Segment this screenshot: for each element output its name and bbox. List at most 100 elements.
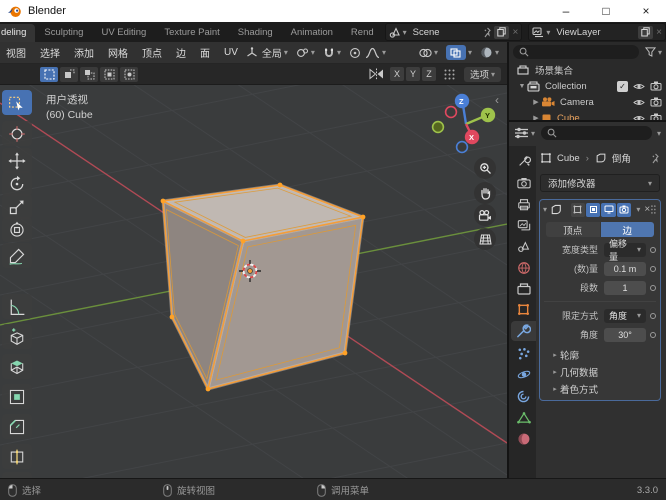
tab-view-layer[interactable] [511,215,536,235]
tool-scale[interactable] [2,194,32,219]
eye-icon[interactable] [633,82,645,91]
angle-field[interactable]: 30° [604,327,646,342]
tab-tool[interactable] [511,151,536,171]
gizmo-y-label[interactable]: Y [485,111,490,120]
tool-annotate[interactable] [2,243,32,268]
perspective-toggle-button[interactable] [474,228,496,250]
tab-modifiers[interactable] [511,321,536,341]
unlink-scene-button[interactable]: × [512,27,518,38]
options-dropdown[interactable]: 选项 ▾ [463,66,501,82]
tab-render[interactable] [511,173,536,193]
tab-material[interactable] [511,429,536,449]
tab-physics[interactable] [511,364,536,384]
gizmo-x-label[interactable]: X [469,133,474,142]
snap-toggle[interactable]: ▾ [323,47,341,59]
workspace-tab-sculpting[interactable]: Sculpting [35,24,92,42]
select-mode-subtract-button[interactable] [80,66,98,82]
width-type-dropdown[interactable]: 偏移量 ▾ [604,239,646,262]
render-visibility-icon[interactable] [650,113,662,120]
segments-field[interactable]: 1 [604,280,646,295]
select-mode-invert-button[interactable] [100,66,118,82]
render-visibility-icon[interactable] [650,97,662,107]
tab-constraints[interactable] [511,386,536,406]
divider[interactable] [509,120,666,122]
tab-output[interactable] [511,194,536,214]
outliner-row-scene-collection[interactable]: 场景集合 [509,62,666,78]
menu-edge[interactable]: 边 [176,45,186,60]
properties-editor-icon[interactable] [514,127,529,139]
proportional-editing-toggle[interactable] [349,47,361,59]
pin-icon[interactable] [483,27,492,38]
tree-collapsed-icon[interactable]: ▶ [531,98,541,106]
tool-inset-faces[interactable] [2,384,32,409]
camera-view-button[interactable] [474,204,496,226]
select-mode-new-button[interactable] [40,66,58,82]
affect-vertices-button[interactable]: 顶点 [546,222,600,237]
pin-icon[interactable] [651,153,660,164]
workspace-tab-modeling[interactable]: deling [0,24,36,42]
falloff-dropdown[interactable]: ▾ [365,47,386,59]
modifier-cage-toggle[interactable] [570,202,585,217]
filter-funnel-icon[interactable] [644,47,656,57]
select-mode-extend-button[interactable] [60,66,78,82]
tool-add-cube[interactable] [2,324,32,349]
render-visibility-icon[interactable] [650,81,662,91]
tool-transform[interactable] [2,217,32,242]
breadcrumb-modifier[interactable]: 倒角 [612,151,631,165]
tab-object-data[interactable] [511,408,536,428]
mirror-y-button[interactable]: Y [405,67,420,81]
outliner-search-input[interactable] [513,45,639,59]
tree-expanded-icon[interactable]: ▼ [517,83,527,90]
gizmo-z-label[interactable]: Z [459,97,464,106]
new-viewlayer-button[interactable] [638,25,654,39]
viewlayer-selector[interactable]: ▾ ViewLayer × [528,23,666,41]
animate-dot[interactable] [650,265,656,272]
xray-toggle[interactable]: ▾ [445,45,472,60]
tool-loop-cut[interactable] [2,444,32,469]
transform-orientation-dropdown[interactable]: 全局 ▾ [246,45,288,60]
workspace-tab-uv-editing[interactable]: UV Editing [92,24,155,42]
tool-tweak-select[interactable] [2,90,32,115]
breadcrumb-object[interactable]: Cube [557,153,580,164]
tab-object[interactable] [511,299,536,319]
tab-world[interactable] [511,258,536,278]
zoom-view-button[interactable] [474,157,496,179]
panel-expand-chevron[interactable]: ▾ [543,205,547,214]
modifier-extras-chevron[interactable]: ▾ [636,205,640,214]
subpanel-geometry[interactable]: ▸ 几何数据 [540,363,660,380]
menu-mesh[interactable]: 网格 [108,45,128,60]
sidebar-collapse-arrow[interactable]: ‹ [495,93,499,107]
drag-handle-icon[interactable] [650,204,657,215]
tool-bevel[interactable] [2,414,32,439]
viewport-canvas[interactable]: Z Y X 用户透视 (60) Cube ‹ [0,85,507,478]
outliner-row-collection[interactable]: ▼ Collection ✓ [509,78,666,94]
menu-uv[interactable]: UV [224,47,238,58]
select-mode-intersect-button[interactable] [120,66,138,82]
mirror-x-button[interactable]: X [389,67,404,81]
outliner-row-cube[interactable]: ▶ Cube [509,110,666,120]
modifier-editmode-toggle[interactable] [586,202,601,217]
menu-select[interactable]: 选择 [40,45,60,60]
workspace-tab-rendering[interactable]: Rend [342,24,383,42]
subpanel-profile[interactable]: ▸ 轮廓 [540,346,660,363]
new-scene-button[interactable] [494,25,510,39]
pan-view-button[interactable] [474,182,496,204]
workspace-tab-shading[interactable]: Shading [229,24,282,42]
affect-edges-button[interactable]: 边 [600,222,654,237]
collection-checkbox[interactable]: ✓ [617,80,628,92]
amount-field[interactable]: 0.1 m [604,261,646,276]
tool-move[interactable] [2,148,32,173]
tool-cursor[interactable] [2,121,32,146]
tool-extrude-region[interactable] [2,354,32,379]
divider[interactable] [507,42,509,478]
add-modifier-button[interactable]: 添加修改器 ▾ [540,174,660,192]
pivot-point-dropdown[interactable]: ▾ [296,47,315,59]
scene-selector[interactable]: ▾ Scene × [384,23,523,41]
mirror-z-button[interactable]: Z [421,67,436,81]
tool-measure[interactable] [2,294,32,319]
tab-scene[interactable] [511,236,536,256]
modifier-render-toggle[interactable] [616,202,632,217]
remove-viewlayer-button[interactable]: × [656,27,662,38]
subpanel-shading[interactable]: ▸ 着色方式 [540,380,660,397]
properties-search-input[interactable] [541,126,652,140]
